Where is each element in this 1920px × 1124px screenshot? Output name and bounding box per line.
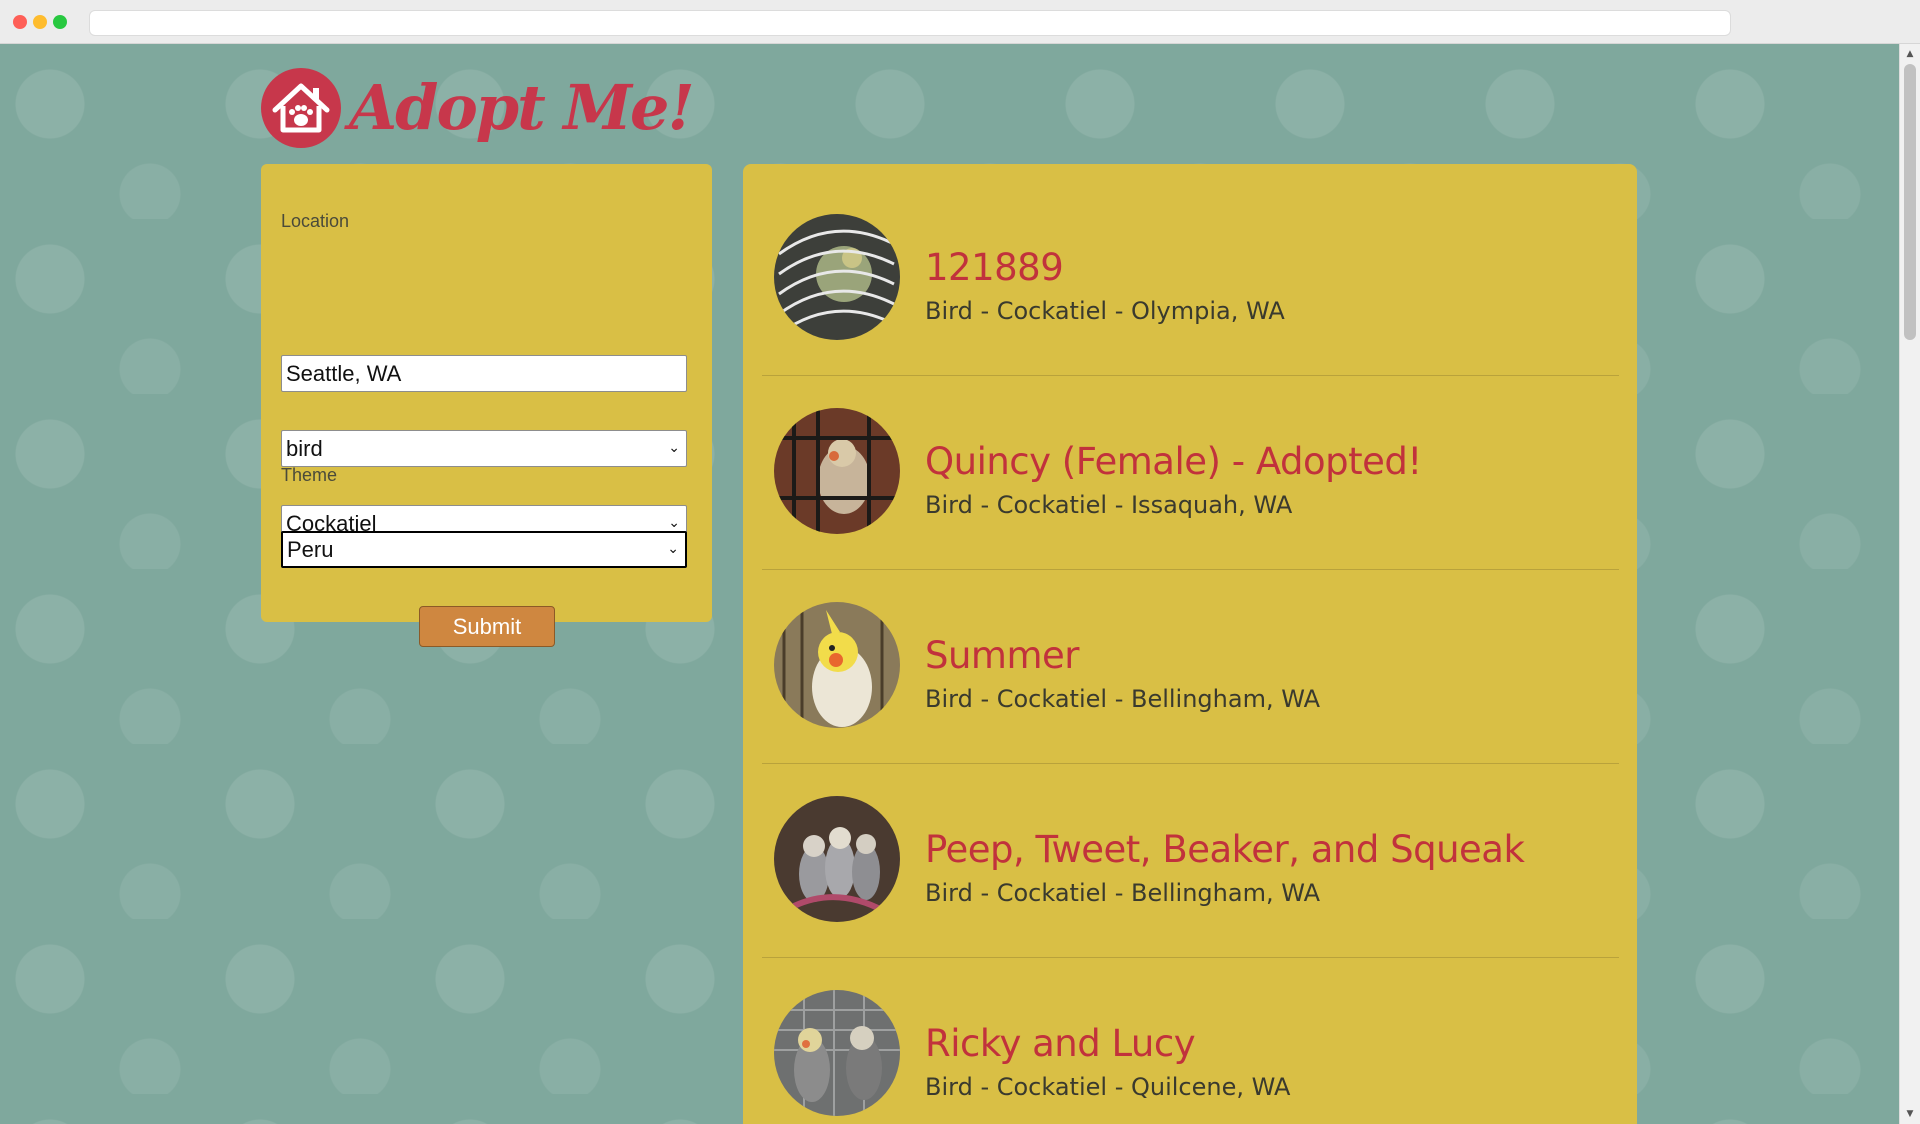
page-viewport: Adopt Me! Location Seattle, WA bird ⌄ Co… [0,44,1899,1124]
pet-name: Ricky and Lucy [925,1022,1196,1065]
pet-description: Bird - Cockatiel - Olympia, WA [925,297,1285,325]
scrollbar-thumb[interactable] [1904,64,1916,340]
scroll-up-arrow-icon[interactable]: ▲ [1900,46,1920,62]
pet-card[interactable]: Peep, Tweet, Beaker, and Squeak Bird - C… [762,764,1619,958]
scroll-down-arrow-icon[interactable]: ▼ [1900,1106,1920,1122]
address-bar[interactable] [89,10,1731,36]
pet-description: Bird - Cockatiel - Bellingham, WA [925,685,1321,713]
pet-name: 121889 [925,246,1064,289]
pet-card[interactable]: Summer Bird - Cockatiel - Bellingham, WA [762,570,1619,764]
maximize-window-button[interactable] [53,15,67,29]
house-paw-icon [261,68,341,148]
location-input-value: Seattle, WA [286,361,402,386]
pet-card[interactable]: Ricky and Lucy Bird - Cockatiel - Quilce… [762,958,1619,1124]
close-window-button[interactable] [13,15,27,29]
pet-name: Quincy (Female) - Adopted! [925,440,1422,483]
pet-photo [774,990,900,1116]
pet-card[interactable]: Quincy (Female) - Adopted! Bird - Cockat… [762,376,1619,570]
results-list: 121889 Bird - Cockatiel - Olympia, WA Qu… [743,164,1637,1124]
logo-link[interactable]: Adopt Me! [261,68,695,164]
pet-name: Summer [925,634,1080,677]
page-scrollbar[interactable]: ▲ ▼ [1899,44,1920,1124]
pet-card[interactable]: 121889 Bird - Cockatiel - Olympia, WA [762,182,1619,376]
theme-select[interactable]: Peru ⌄ [281,531,687,568]
chevron-down-icon: ⌄ [668,440,680,456]
theme-select-value: Peru [287,537,334,562]
animal-select[interactable]: bird ⌄ [281,430,687,467]
submit-button[interactable]: Submit [419,606,555,647]
pet-photo [774,796,900,922]
chevron-down-icon: ⌄ [667,541,679,557]
pet-description: Bird - Cockatiel - Quilcene, WA [925,1073,1291,1101]
pet-name: Peep, Tweet, Beaker, and Squeak [925,828,1525,871]
minimize-window-button[interactable] [33,15,47,29]
pet-photo [774,214,900,340]
animal-select-value: bird [286,436,323,461]
pet-description: Bird - Cockatiel - Bellingham, WA [925,879,1321,907]
pet-description: Bird - Cockatiel - Issaquah, WA [925,491,1293,519]
pet-photo [774,408,900,534]
browser-toolbar [0,0,1920,44]
search-form: Location Seattle, WA bird ⌄ Cockatiel ⌄ … [261,164,712,647]
theme-label: Theme [281,465,338,485]
location-label: Location [281,211,350,231]
logo-text: Adopt Me! [349,71,695,144]
pet-photo [774,602,900,728]
location-input[interactable]: Seattle, WA [281,355,687,392]
